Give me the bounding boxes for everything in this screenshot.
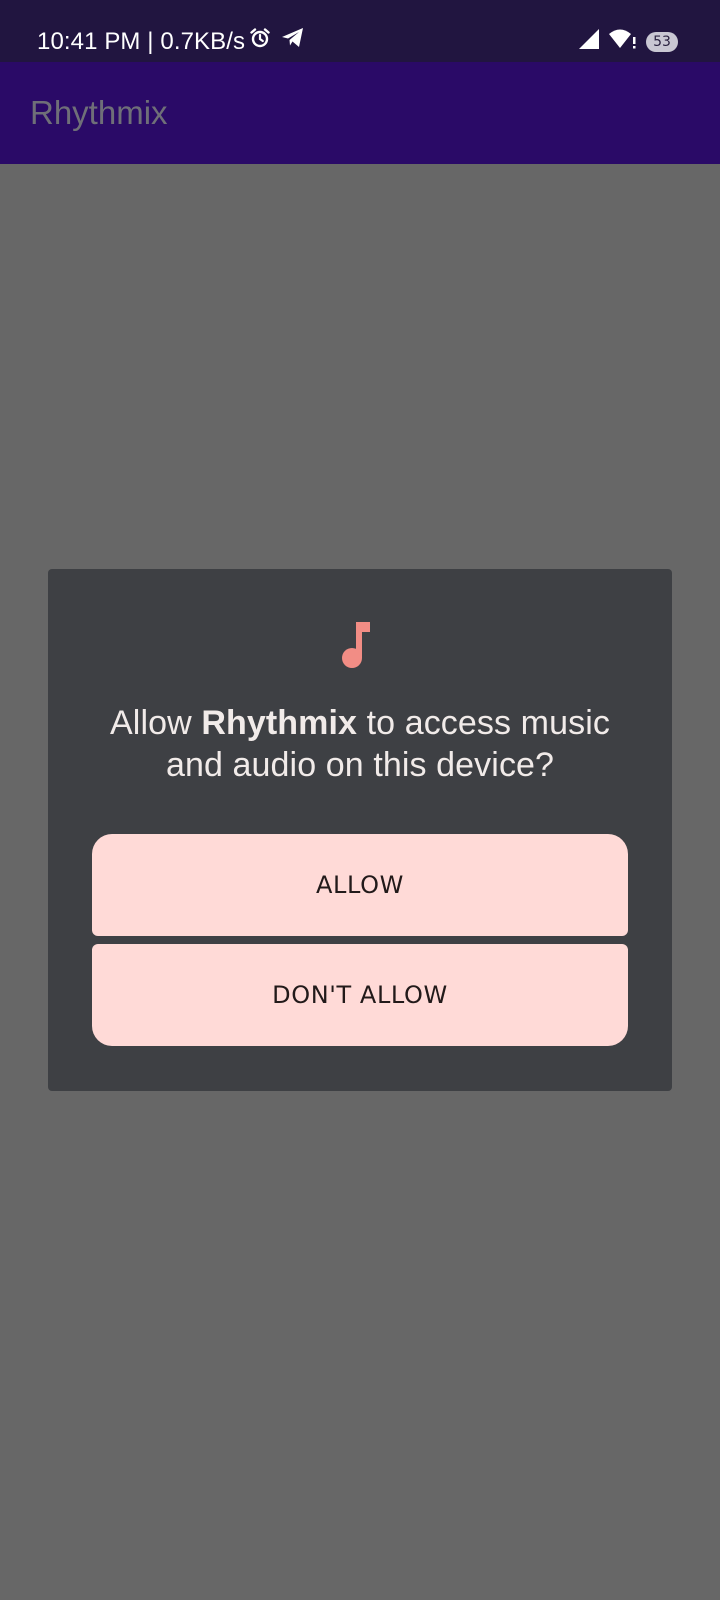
allow-button[interactable]: ALLOW [92,834,628,936]
dialog-message: Allow Rhythmix to access music and audio… [78,702,642,786]
wifi-icon [608,28,638,55]
signal-icon [578,28,600,55]
telegram-icon [280,26,306,57]
status-time-speed: 10:41 PM | 0.7KB/s [37,27,246,55]
app-title: Rhythmix [30,94,168,131]
message-app-name: Rhythmix [201,704,358,742]
battery-indicator: 53 [646,31,678,52]
status-left: 10:41 PM | 0.7KB/s [37,26,306,57]
alarm-clock-icon [248,26,272,57]
dont-allow-button[interactable]: DON'T ALLOW [92,944,628,1046]
music-note-icon [340,620,380,670]
app-bar: Rhythmix [0,62,720,164]
permission-dialog: Allow Rhythmix to access music and audio… [48,569,672,1091]
status-right: 53 [578,28,678,55]
message-prefix: Allow [110,704,202,742]
screen: 10:41 PM | 0.7KB/s 53 Rhythmix Allow Rhy… [0,0,720,1600]
status-bar: 10:41 PM | 0.7KB/s 53 [0,0,720,62]
